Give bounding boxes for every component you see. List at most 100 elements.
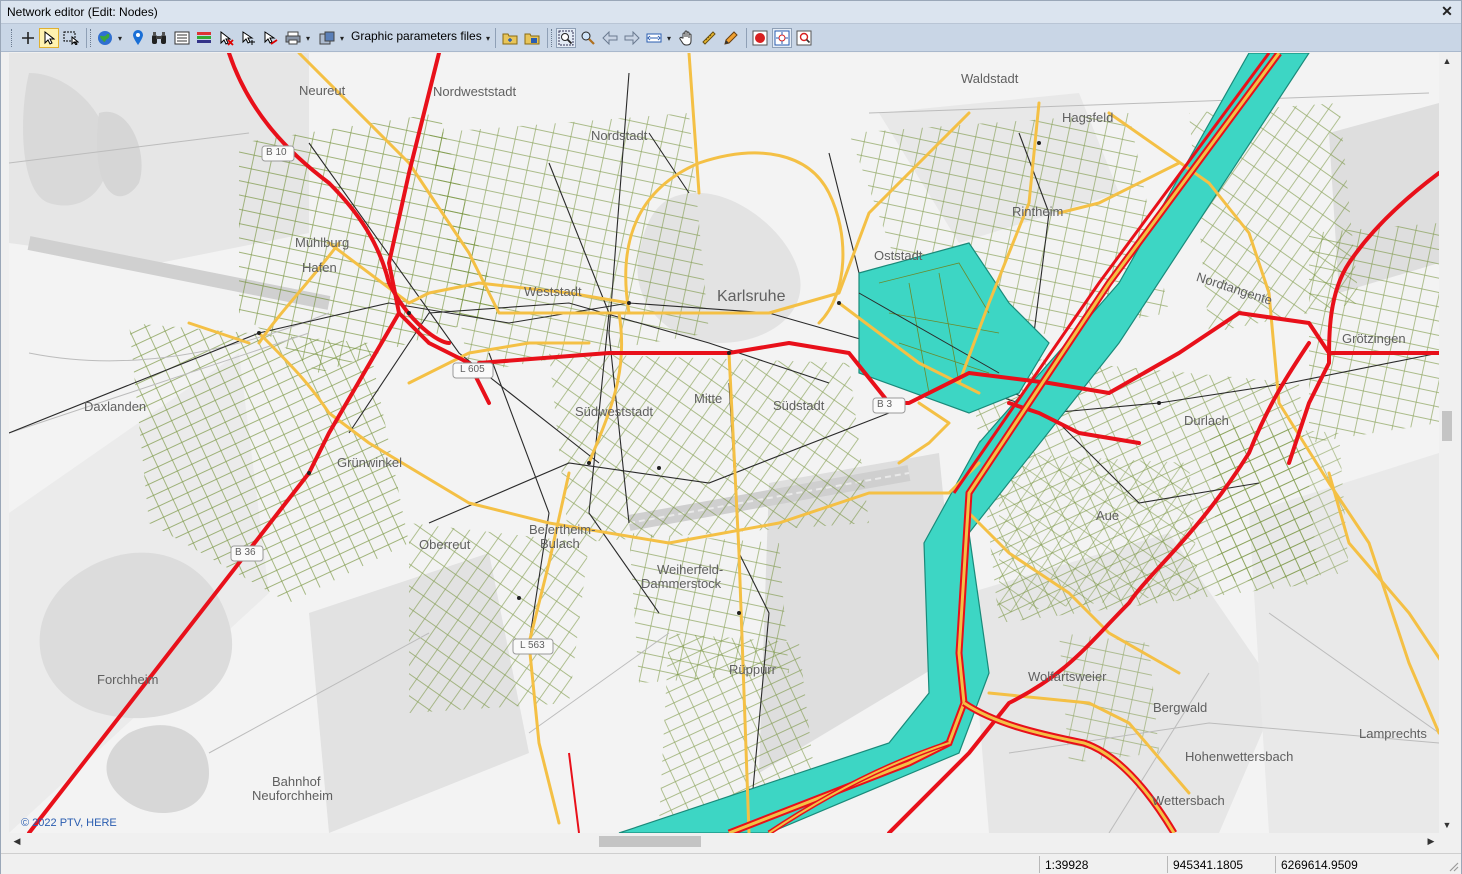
forward-icon[interactable]: [622, 28, 642, 48]
zoom-extent-icon[interactable]: [556, 28, 576, 48]
map-label-wettersbach: Wettersbach: [1152, 793, 1225, 808]
toolbar-grip[interactable]: [90, 29, 93, 47]
map-label-bergwald: Bergwald: [1153, 700, 1208, 715]
open-folder-icon[interactable]: [500, 28, 520, 48]
map-label-groetzingen: Grötzingen: [1342, 331, 1406, 346]
map-label-bulach: Bulach: [540, 536, 580, 551]
status-bar: 1:39928 945341.1805 6269614.9509: [1, 853, 1461, 874]
map-label-waldstadt: Waldstadt: [961, 71, 1019, 86]
status-y-coordinate: 6269614.9509: [1281, 858, 1358, 872]
map-canvas[interactable]: Neureut Nordweststadt Nordstadt Waldstad…: [9, 53, 1439, 833]
save-folder-icon[interactable]: [522, 28, 542, 48]
status-divider: [1039, 856, 1040, 873]
map-label-dammerstock: Dammerstock: [641, 576, 722, 591]
map-label-oberreut: Oberreut: [419, 537, 471, 552]
horizontal-scroll-thumb[interactable]: [599, 836, 701, 847]
map-label-weststadt: Weststadt: [524, 284, 582, 299]
map-label-rueppurr: Rüppurr: [729, 662, 776, 677]
toolbar-grip[interactable]: [11, 29, 14, 47]
map-label-aue: Aue: [1096, 508, 1120, 523]
toolbar-grip[interactable]: [551, 29, 554, 47]
print-icon[interactable]: [283, 28, 303, 48]
scroll-down-icon[interactable]: ▼: [1439, 817, 1455, 833]
map-background: [9, 53, 1439, 833]
road-shield-l563: L 563: [520, 640, 545, 651]
zoom-icon[interactable]: [578, 28, 598, 48]
measure-ruler-icon[interactable]: [699, 28, 719, 48]
status-x-coordinate: 945341.1805: [1173, 858, 1244, 872]
title-bar: Network editor (Edit: Nodes) ✕: [1, 1, 1461, 24]
map-label-lamprechts: Lamprechts: [1359, 726, 1427, 741]
map-label-gruenwinkel: Grünwinkel: [337, 455, 403, 470]
map-label-weiherfeld: Weiherfeld-: [657, 562, 724, 577]
scroll-up-icon[interactable]: ▲: [1439, 53, 1455, 69]
map-label-hohenwettersbach: Hohenwettersbach: [1185, 749, 1294, 764]
map-label-nordstadt: Nordstadt: [591, 128, 648, 143]
toolbar-separator: [495, 28, 496, 48]
close-icon[interactable]: ✕: [1439, 3, 1455, 21]
graphic-parameters-dropdown-icon[interactable]: ▾: [484, 28, 492, 48]
pan-hand-icon[interactable]: [677, 28, 697, 48]
status-divider: [1275, 856, 1276, 873]
select-tool-red-icon[interactable]: [216, 28, 236, 48]
map-copyright: © 2022 PTV, HERE: [21, 817, 117, 829]
status-scale: 1:39928: [1045, 858, 1089, 872]
select-pointer-icon[interactable]: [39, 28, 59, 48]
location-pin-icon[interactable]: [129, 28, 147, 48]
toolbar: ▾ ▾ ▾ Graphic parameters files ▾ ▾: [1, 24, 1461, 52]
map-label-karlsruhe: Karlsruhe: [717, 288, 786, 305]
map-label-oststadt: Oststadt: [874, 248, 923, 263]
stop-record-icon[interactable]: [750, 28, 770, 48]
map-label-forchheim: Forchheim: [97, 672, 159, 687]
copy-image-dropdown-icon[interactable]: ▾: [338, 28, 346, 48]
copy-image-icon[interactable]: [317, 28, 337, 48]
back-icon[interactable]: [600, 28, 620, 48]
map-label-nordweststadt: Nordweststadt: [433, 84, 517, 99]
globe-icon[interactable]: [95, 28, 115, 48]
move-node-icon[interactable]: [238, 28, 258, 48]
vertical-scroll-thumb[interactable]: [1442, 411, 1452, 441]
list-icon[interactable]: [172, 28, 192, 48]
graphic-parameters-files-button[interactable]: Graphic parameters files: [351, 29, 482, 47]
road-shield-b3: B 3: [877, 399, 893, 410]
map-label-bahnhof: Bahnhof: [272, 774, 321, 789]
map-label-hafen: Hafen: [302, 260, 337, 275]
resize-grip-icon[interactable]: [1447, 860, 1459, 872]
map-label-neuforchheim: Neuforchheim: [252, 788, 333, 803]
pencil-icon[interactable]: [721, 28, 741, 48]
scroll-left-icon[interactable]: ◀: [9, 833, 25, 850]
map-label-mitte: Mitte: [694, 391, 723, 406]
status-divider: [1167, 856, 1168, 873]
toolbar-separator: [547, 28, 548, 48]
road-shield-b36: B 36: [235, 547, 256, 558]
fit-network-icon[interactable]: [772, 28, 792, 48]
print-dropdown-icon[interactable]: ▾: [304, 28, 312, 48]
horizontal-scrollbar[interactable]: ◀ ▶: [9, 833, 1439, 850]
road-shield-b10: B 10: [266, 147, 287, 158]
map-label-daxlanden: Daxlanden: [84, 399, 147, 414]
map-label-neureut: Neureut: [299, 83, 346, 98]
map-label-muehlburg: Mühlburg: [295, 235, 350, 250]
color-bars-icon[interactable]: [194, 28, 214, 48]
toolbar-separator: [86, 28, 87, 48]
map-label-suedstadt: Südstadt: [773, 398, 825, 413]
map-label-rintheim: Rintheim: [1012, 204, 1064, 219]
binoculars-icon[interactable]: [149, 28, 169, 48]
window-title: Network editor (Edit: Nodes): [7, 5, 158, 19]
road-shield-l605: L 605: [460, 364, 485, 375]
scroll-right-icon[interactable]: ▶: [1423, 833, 1439, 850]
scale-icon[interactable]: [644, 28, 664, 48]
map-label-beiertheim: Beiertheim-: [529, 522, 596, 537]
globe-dropdown-icon[interactable]: ▾: [116, 28, 124, 48]
vertical-scrollbar[interactable]: ▲ ▼: [1439, 53, 1455, 833]
map-label-durlach: Durlach: [1184, 413, 1229, 428]
network-editor-window: Network editor (Edit: Nodes) ✕ ▾ ▾ ▾ Gra…: [0, 0, 1462, 874]
insert-icon[interactable]: [19, 28, 37, 48]
map-label-wolfartsweier: Wolfartsweier: [1028, 669, 1107, 684]
search-map-icon[interactable]: [794, 28, 814, 48]
scale-dropdown-icon[interactable]: ▾: [665, 28, 673, 48]
edit-link-icon[interactable]: [260, 28, 280, 48]
map-label-hagsfeld: Hagsfeld: [1062, 110, 1114, 125]
map-label-suedweststadt: Südweststadt: [575, 404, 654, 419]
select-rect-icon[interactable]: [61, 28, 81, 48]
